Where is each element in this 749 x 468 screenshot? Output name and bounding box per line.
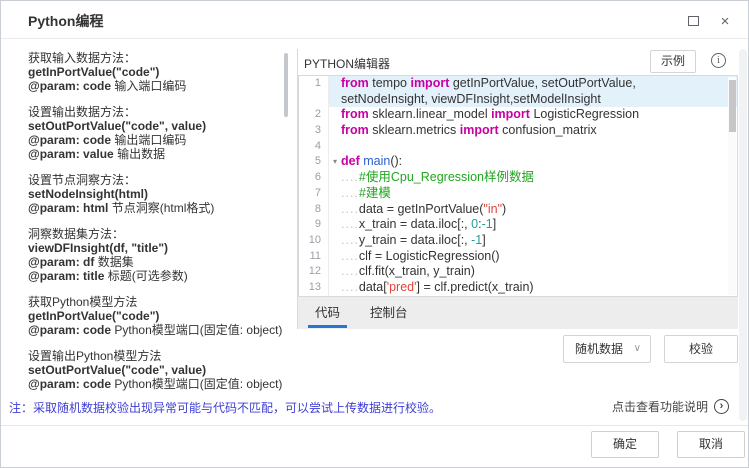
sidebar-docs: 获取输入数据方法：getInPortValue("code")@param: c… xyxy=(28,51,284,391)
gutter-marker xyxy=(329,186,341,202)
cancel-button[interactable]: 取消 xyxy=(677,431,745,458)
code-line[interactable]: 10....y_train = data.iloc[:, -1] xyxy=(299,233,737,249)
doc-block: 设置输出Python模型方法setOutPortValue("code", va… xyxy=(28,349,284,391)
code-line[interactable]: 9....x_train = data.iloc[:, 0:-1] xyxy=(299,217,737,233)
chevron-down-icon: ∨ xyxy=(634,336,641,362)
code-line[interactable]: 13....data['pred'] = clf.predict(x_train… xyxy=(299,280,737,296)
close-icon: × xyxy=(721,13,730,30)
validate-button[interactable]: 校验 xyxy=(664,335,738,363)
doc-block: 设置节点洞察方法：setNodeInsight(html)@param: htm… xyxy=(28,173,284,215)
gutter-marker xyxy=(329,249,341,265)
gutter-marker xyxy=(329,264,341,280)
editor-panel: PYTHON编辑器 示例 i 1from tempo import getInP… xyxy=(297,49,738,329)
help-link[interactable]: 点击查看功能说明 › xyxy=(612,398,729,415)
doc-line: setOutPortValue("code", value) xyxy=(28,119,284,133)
doc-block: 设置输出数据方法：setOutPortValue("code", value)@… xyxy=(28,105,284,161)
doc-line: setNodeInsight(html) xyxy=(28,187,284,201)
dropdown-value: 随机数据 xyxy=(575,342,623,356)
doc-line: 设置输出Python模型方法 xyxy=(28,349,284,363)
code-lines: 1from tempo import getInPortValue, setOu… xyxy=(299,76,737,296)
example-button[interactable]: 示例 xyxy=(650,50,696,73)
arrow-right-circle-icon: › xyxy=(714,399,729,414)
gutter-marker xyxy=(329,139,341,155)
gutter-marker xyxy=(329,202,341,218)
code-line[interactable]: 2from sklearn.linear_model import Logist… xyxy=(299,107,737,123)
sidebar-scrollbar[interactable] xyxy=(284,53,288,117)
gutter-marker xyxy=(329,76,341,92)
code-line[interactable]: 1from tempo import getInPortValue, setOu… xyxy=(299,76,737,107)
gutter-marker xyxy=(329,233,341,249)
gutter-marker xyxy=(329,107,341,123)
doc-line: viewDFInsight(df, "title") xyxy=(28,241,284,255)
doc-line: 洞察数据集方法： xyxy=(28,227,284,241)
fold-arrow-icon[interactable]: ▾ xyxy=(329,154,341,170)
doc-line: 设置节点洞察方法： xyxy=(28,173,284,187)
gutter-marker xyxy=(329,123,341,139)
doc-line: @param: value 输出数据 xyxy=(28,147,284,161)
editor-header: PYTHON编辑器 示例 i xyxy=(298,49,738,75)
code-line[interactable]: 3from sklearn.metrics import confusion_m… xyxy=(299,123,737,139)
doc-line: getInPortValue("code") xyxy=(28,309,284,323)
doc-block: 获取Python模型方法getInPortValue("code")@param… xyxy=(28,295,284,337)
title-bar: Python编程 × xyxy=(1,1,748,39)
data-source-dropdown[interactable]: 随机数据 ∨ xyxy=(563,335,651,363)
editor-tab[interactable]: 代码 xyxy=(308,297,347,329)
editor-scrollbar-track xyxy=(728,77,736,295)
gutter-marker xyxy=(329,217,341,233)
doc-block: 洞察数据集方法：viewDFInsight(df, "title")@param… xyxy=(28,227,284,283)
doc-line: @param: code Python模型端口(固定值: object) xyxy=(28,377,284,391)
editor-tabs: 代码控制台 xyxy=(298,297,738,329)
code-line[interactable]: 11....clf = LogisticRegression() xyxy=(299,249,737,265)
footer-divider xyxy=(1,425,748,426)
close-button[interactable]: × xyxy=(714,11,736,31)
doc-line: @param: title 标题(可选参数) xyxy=(28,269,284,283)
maximize-button[interactable] xyxy=(682,11,704,31)
doc-block: 获取输入数据方法：getInPortValue("code")@param: c… xyxy=(28,51,284,93)
editor-scrollbar-thumb[interactable] xyxy=(729,80,736,132)
doc-line: 获取Python模型方法 xyxy=(28,295,284,309)
help-link-label: 点击查看功能说明 xyxy=(612,398,708,415)
gutter-marker xyxy=(329,170,341,186)
code-line[interactable]: 4 xyxy=(299,139,737,155)
doc-line: @param: code Python模型端口(固定值: object) xyxy=(28,323,284,337)
python-editor-dialog: Python编程 × 获取输入数据方法：getInPortValue("code… xyxy=(0,0,749,468)
dialog-scrollbar[interactable] xyxy=(739,49,747,421)
dialog-title: Python编程 xyxy=(28,11,103,31)
doc-line: getInPortValue("code") xyxy=(28,65,284,79)
validation-note: 注：采取随机数据校验出现异常可能与代码不匹配，可以尝试上传数据进行校验。 xyxy=(9,399,441,416)
info-icon[interactable]: i xyxy=(711,53,726,68)
editor-tab[interactable]: 控制台 xyxy=(363,297,415,329)
code-editor[interactable]: 1from tempo import getInPortValue, setOu… xyxy=(298,75,738,297)
window-maximize-icon xyxy=(688,16,699,26)
code-line[interactable]: 8....data = getInPortValue("in") xyxy=(299,202,737,218)
doc-line: @param: code 输入端口编码 xyxy=(28,79,284,93)
actions-row: 随机数据 ∨ 校验 xyxy=(297,335,738,363)
gutter-marker xyxy=(329,280,341,296)
code-line[interactable]: 12....clf.fit(x_train, y_train) xyxy=(299,264,737,280)
doc-line: @param: html 节点洞察(html格式) xyxy=(28,201,284,215)
code-line[interactable]: 7....#建模 xyxy=(299,186,737,202)
ok-button[interactable]: 确定 xyxy=(591,431,659,458)
doc-line: 获取输入数据方法： xyxy=(28,51,284,65)
code-line[interactable]: 6....#使用Cpu_Regression样例数据 xyxy=(299,170,737,186)
doc-line: @param: code 输出端口编码 xyxy=(28,133,284,147)
code-line[interactable]: 5▾def main(): xyxy=(299,154,737,170)
doc-line: @param: df 数据集 xyxy=(28,255,284,269)
editor-panel-title: PYTHON编辑器 xyxy=(304,55,390,72)
doc-line: setOutPortValue("code", value) xyxy=(28,363,284,377)
gutter-marker xyxy=(329,92,341,108)
doc-line: 设置输出数据方法： xyxy=(28,105,284,119)
